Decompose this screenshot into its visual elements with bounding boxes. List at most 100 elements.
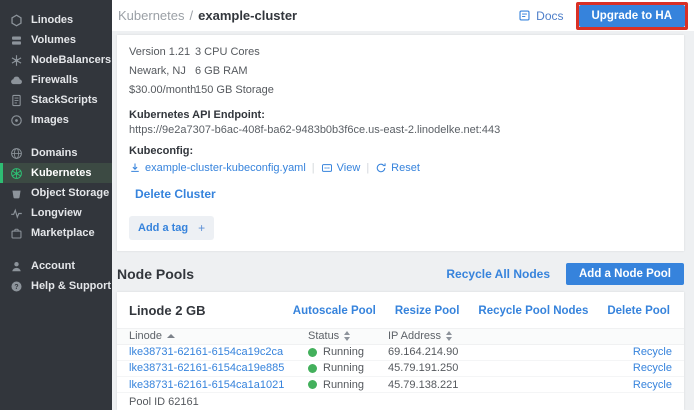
- images-icon: [10, 114, 23, 127]
- breadcrumb: Kubernetes / example-cluster: [118, 8, 297, 23]
- node-pools-header: Node Pools Recycle All Nodes Add a Node …: [117, 263, 684, 285]
- docs-label: Docs: [536, 9, 563, 23]
- view-label: View: [337, 162, 361, 174]
- recycle-link[interactable]: Recycle: [633, 379, 672, 391]
- recycle-link[interactable]: Recycle: [633, 346, 672, 358]
- kubeconfig-reset-link[interactable]: Reset: [375, 162, 420, 174]
- separator: |: [312, 162, 315, 174]
- download-icon: [129, 162, 141, 174]
- sidebar-item-kubernetes[interactable]: Kubernetes: [0, 163, 112, 183]
- stackscripts-icon: [10, 94, 23, 107]
- sidebar-item-account[interactable]: Account: [0, 256, 112, 276]
- docs-link[interactable]: Docs: [518, 9, 563, 23]
- view-icon: [321, 162, 333, 174]
- firewalls-icon: [10, 74, 23, 87]
- main-content: Kubernetes / example-cluster Docs Upgrad…: [112, 0, 694, 410]
- column-label: Status: [308, 330, 339, 342]
- sidebar-item-label: StackScripts: [31, 94, 98, 106]
- sidebar-item-label: Help & Support: [31, 280, 111, 292]
- kubeconfig-download-link[interactable]: example-cluster-kubeconfig.yaml: [129, 162, 306, 174]
- breadcrumb-separator: /: [190, 8, 194, 23]
- status-running-icon: [308, 364, 317, 373]
- summary-ram: 6 GB RAM: [195, 62, 670, 81]
- summary-region: Newark, NJ: [129, 62, 195, 81]
- status-label: Running: [323, 379, 364, 391]
- kubeconfig-row: example-cluster-kubeconfig.yaml | View |…: [129, 162, 670, 174]
- sidebar-item-label: Marketplace: [31, 227, 95, 239]
- status-cell: Running: [308, 346, 388, 358]
- sidebar-item-label: Kubernetes: [31, 167, 92, 179]
- tags-row: Add a tag +: [129, 216, 670, 240]
- reset-label: Reset: [391, 162, 420, 174]
- sidebar-item-label: Longview: [31, 207, 82, 219]
- row-actions: Recycle: [604, 362, 684, 374]
- breadcrumb-current: example-cluster: [198, 8, 297, 23]
- delete-pool-link[interactable]: Delete Pool: [607, 305, 670, 317]
- marketplace-icon: [10, 227, 23, 240]
- pool-name: Linode 2 GB: [129, 303, 206, 318]
- topbar: Kubernetes / example-cluster Docs Upgrad…: [112, 0, 694, 31]
- sidebar-item-help-support[interactable]: ? Help & Support: [0, 276, 112, 296]
- sort-asc-icon: [167, 334, 175, 338]
- sidebar-item-volumes[interactable]: Volumes: [0, 30, 112, 50]
- sidebar-item-firewalls[interactable]: Firewalls: [0, 70, 112, 90]
- linode-cloud-manager: Linodes Volumes NodeBalancers Firewalls: [0, 0, 694, 410]
- recycle-link[interactable]: Recycle: [633, 362, 672, 374]
- summary-price: $30.00/month: [129, 81, 195, 100]
- sidebar-item-images[interactable]: Images: [0, 110, 112, 130]
- sidebar-item-domains[interactable]: Domains: [0, 143, 112, 163]
- separator: |: [366, 162, 369, 174]
- pool-header: Linode 2 GB Autoscale Pool Resize Pool R…: [117, 292, 684, 328]
- topbar-actions: Docs Upgrade to HA: [518, 2, 688, 30]
- linode-link[interactable]: lke38731-62161-6154ca1a1021: [129, 379, 308, 391]
- kubeconfig-view-link[interactable]: View: [321, 162, 361, 174]
- ip-address: 69.164.214.90: [388, 346, 604, 358]
- ip-address: 45.79.138.221: [388, 379, 604, 391]
- linode-link[interactable]: lke38731-62161-6154ca19c2ca: [129, 346, 308, 358]
- table-header: Linode Status IP Address: [117, 328, 684, 345]
- sidebar-item-nodebalancers[interactable]: NodeBalancers: [0, 50, 112, 70]
- pool-id-footer: Pool ID 62161: [117, 393, 684, 410]
- sidebar: Linodes Volumes NodeBalancers Firewalls: [0, 0, 112, 410]
- ip-address: 45.79.191.250: [388, 362, 604, 374]
- sidebar-item-marketplace[interactable]: Marketplace: [0, 223, 112, 243]
- sidebar-item-linodes[interactable]: Linodes: [0, 10, 112, 30]
- domains-icon: [10, 147, 23, 160]
- linode-link[interactable]: lke38731-62161-6154ca19e885: [129, 362, 308, 374]
- delete-cluster-link[interactable]: Delete Cluster: [135, 187, 216, 201]
- resize-pool-link[interactable]: Resize Pool: [395, 305, 460, 317]
- sidebar-item-label: NodeBalancers: [31, 54, 111, 66]
- row-actions: Recycle: [604, 379, 684, 391]
- linodes-icon: [10, 14, 23, 27]
- column-header-linode[interactable]: Linode: [129, 330, 308, 342]
- longview-icon: [10, 207, 23, 220]
- table-row: lke38731-62161-6154ca1a1021 Running 45.7…: [117, 377, 684, 393]
- sidebar-item-label: Object Storage: [31, 187, 109, 199]
- status-running-icon: [308, 380, 317, 389]
- add-tag-button[interactable]: Add a tag +: [129, 216, 214, 240]
- sort-icon: [344, 331, 350, 341]
- autoscale-pool-link[interactable]: Autoscale Pool: [293, 305, 376, 317]
- pool-action-links: Autoscale Pool Resize Pool Recycle Pool …: [293, 305, 670, 317]
- kubeconfig-label: Kubeconfig:: [129, 145, 670, 157]
- nodebalancers-icon: [10, 54, 23, 67]
- upgrade-to-ha-button[interactable]: Upgrade to HA: [579, 5, 686, 27]
- sidebar-item-stackscripts[interactable]: StackScripts: [0, 90, 112, 110]
- status-cell: Running: [308, 379, 388, 391]
- sidebar-item-object-storage[interactable]: Object Storage: [0, 183, 112, 203]
- column-header-status[interactable]: Status: [308, 330, 388, 342]
- table-row: lke38731-62161-6154ca19c2ca Running 69.1…: [117, 345, 684, 361]
- sidebar-item-label: Images: [31, 114, 69, 126]
- sidebar-group-compute: Linodes Volumes NodeBalancers Firewalls: [0, 10, 112, 130]
- breadcrumb-section-link[interactable]: Kubernetes: [118, 8, 185, 23]
- node-pools-actions: Recycle All Nodes Add a Node Pool: [446, 263, 684, 285]
- recycle-pool-nodes-link[interactable]: Recycle Pool Nodes: [478, 305, 588, 317]
- summary-version: Version 1.21: [129, 43, 195, 62]
- sidebar-item-longview[interactable]: Longview: [0, 203, 112, 223]
- add-node-pool-button[interactable]: Add a Node Pool: [566, 263, 684, 285]
- recycle-all-nodes-link[interactable]: Recycle All Nodes: [446, 267, 550, 281]
- column-header-ip[interactable]: IP Address: [388, 330, 604, 342]
- svg-text:?: ?: [14, 283, 18, 290]
- api-endpoint-label: Kubernetes API Endpoint:: [129, 109, 670, 121]
- status-label: Running: [323, 362, 364, 374]
